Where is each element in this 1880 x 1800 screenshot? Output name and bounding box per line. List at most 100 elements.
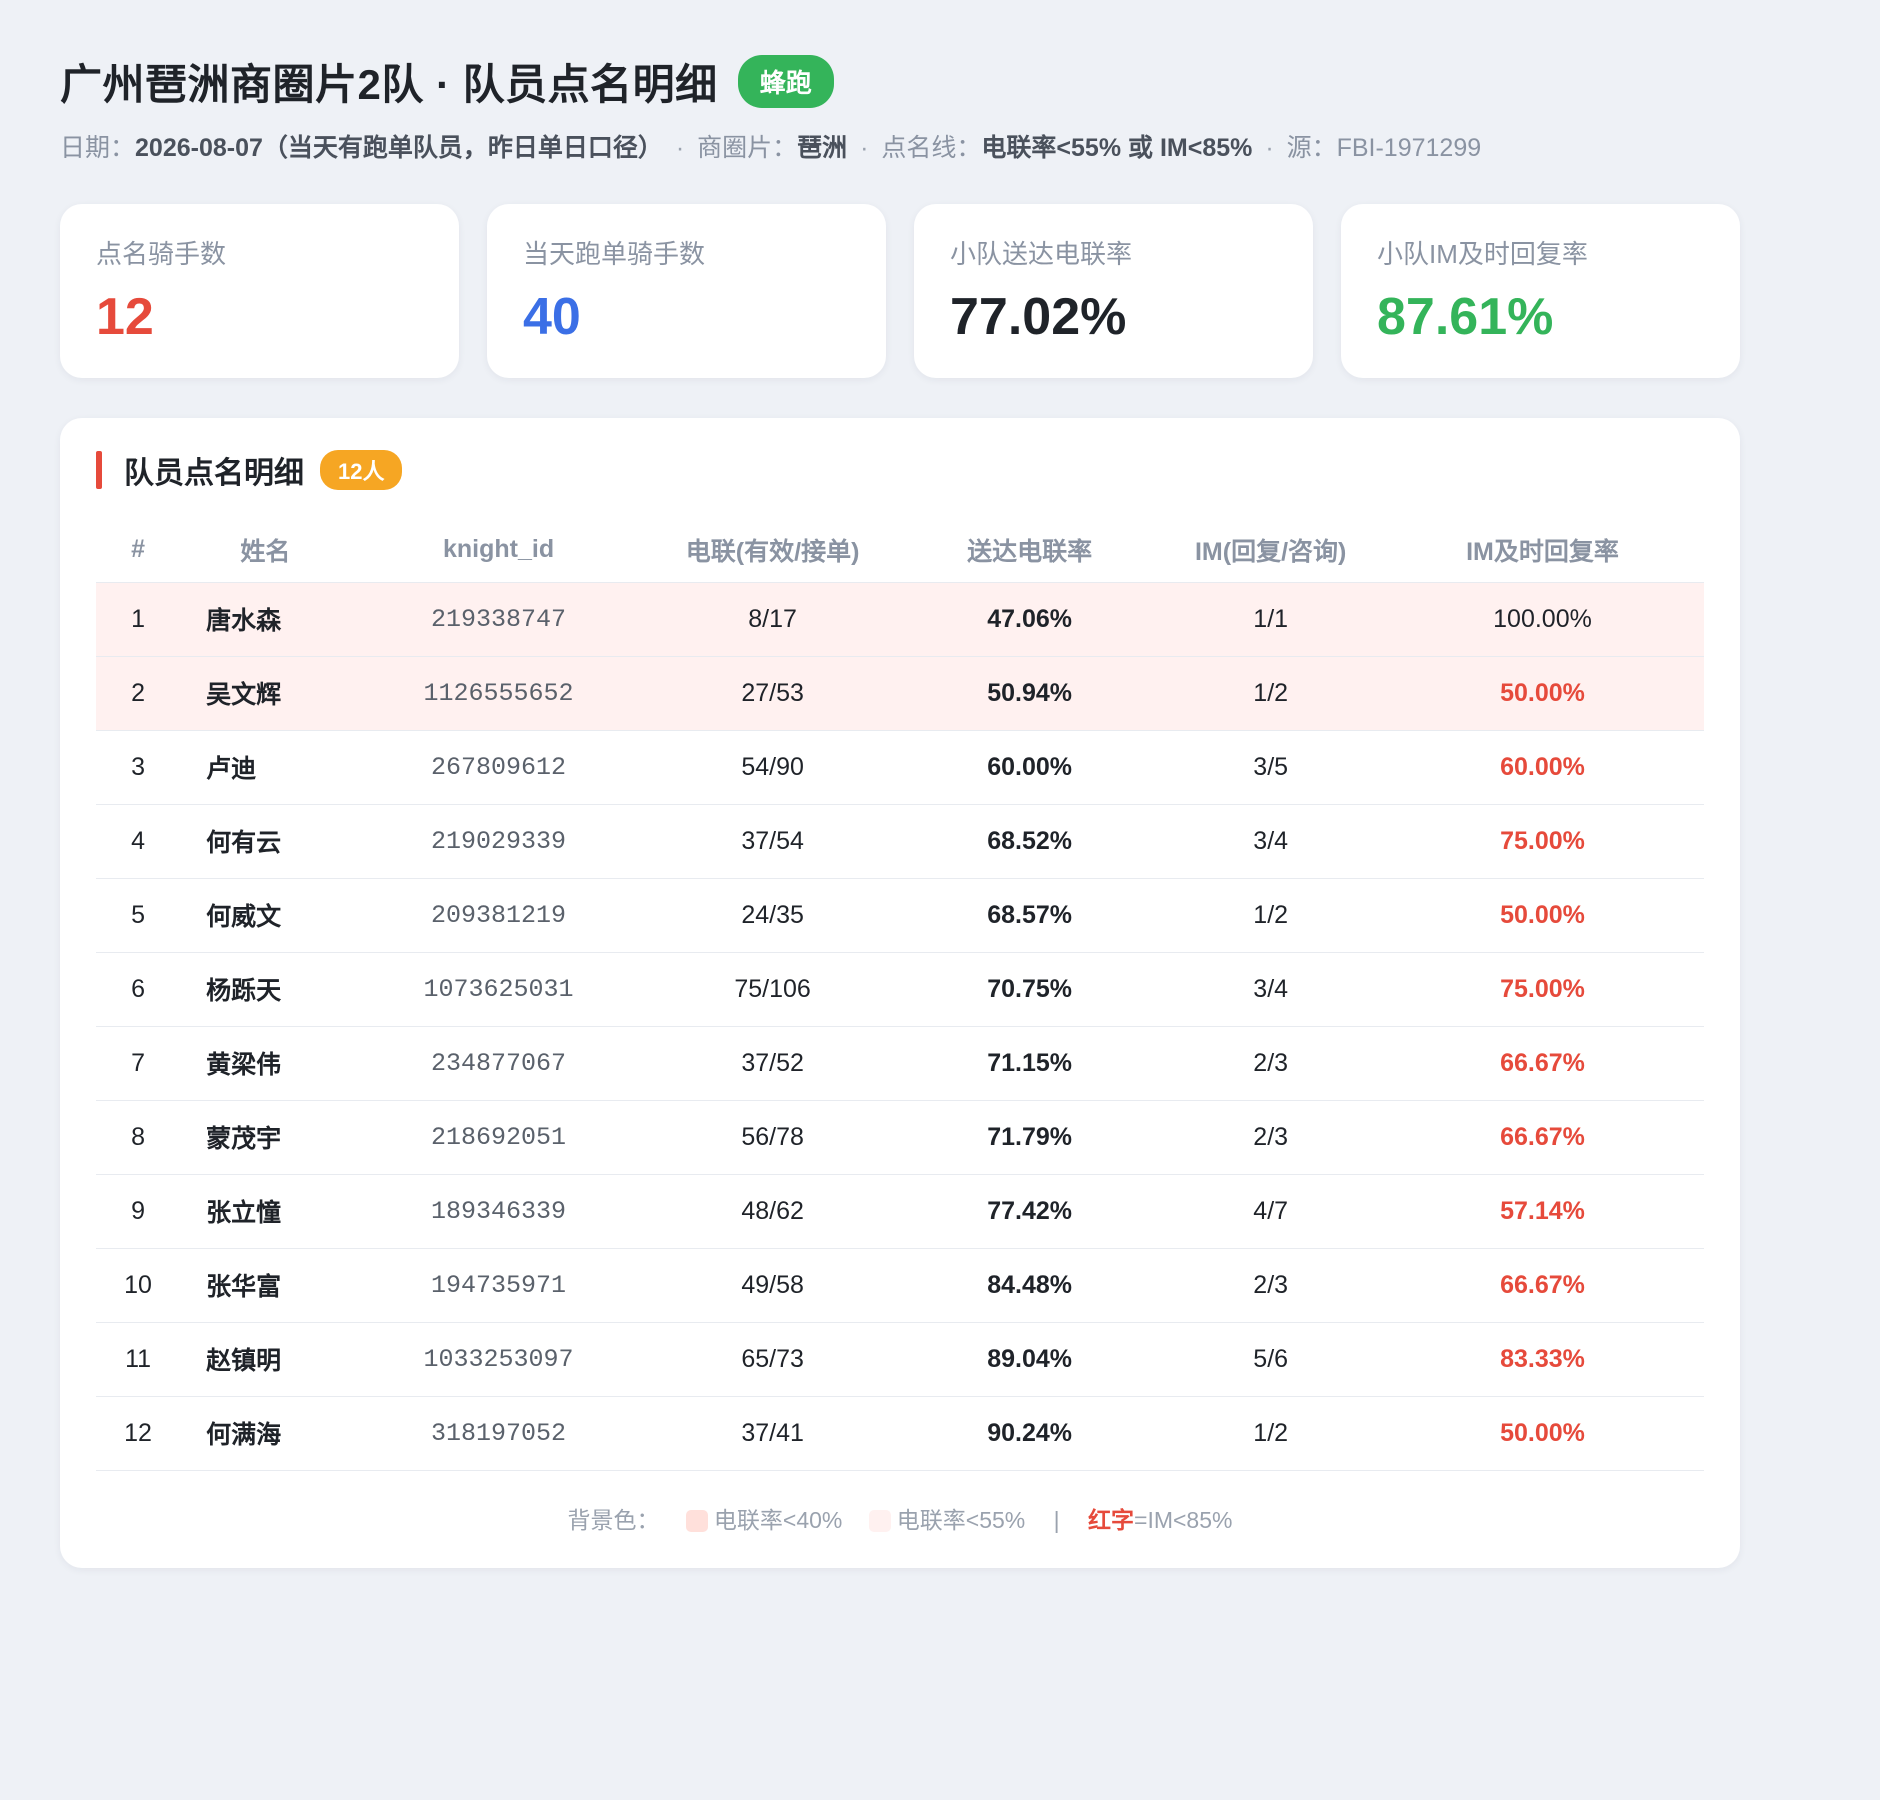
legend: 背景色： 电联率<40% 电联率<55% | 红字=IM<85%	[96, 1501, 1704, 1535]
page-title: 广州琶洲商圈片2队 · 队员点名明细	[60, 60, 718, 108]
stat-card-value: 12	[96, 288, 154, 346]
subtitle: 日期：2026-08-07（当天有跑单队员，昨日单日口径） · 商圈片：琶洲 ·…	[60, 128, 1740, 164]
source-label: 源：FBI-1971299	[1286, 134, 1482, 162]
table-row[interactable]: 5 何威文 209381219 24/35 68.57% 1/2 50.00%	[96, 878, 1704, 953]
title-row: 广州琶洲商圈片2队 · 队员点名明细 蜂跑	[60, 50, 1740, 112]
knight-id: 219338747	[350, 582, 647, 657]
separator: ·	[1265, 134, 1274, 162]
stat-card-label: 点名骑手数	[96, 239, 227, 269]
stat-card-label: 当天跑单骑手数	[523, 239, 706, 269]
column-header-calls[interactable]: 电联(有效/接单)	[646, 518, 899, 583]
call-rate: 50.94%	[898, 656, 1161, 731]
row-index: 6	[96, 952, 181, 1027]
table-row[interactable]: 12 何满海 318197052 37/41 90.24% 1/2 50.00%	[96, 1396, 1704, 1471]
table-row[interactable]: 8 蒙茂宇 218692051 56/78 71.79% 2/3 66.67%	[96, 1100, 1704, 1175]
table-row[interactable]: 9 张立憧 189346339 48/62 77.42% 4/7 57.14%	[96, 1174, 1704, 1249]
im-rate: 75.00%	[1380, 804, 1704, 879]
call-count: 24/35	[646, 878, 899, 953]
table-row[interactable]: 1 唐水森 219338747 8/17 47.06% 1/1 100.00%	[96, 582, 1704, 657]
call-rate: 90.24%	[898, 1396, 1161, 1471]
knight-id: 318197052	[350, 1396, 647, 1471]
knight-id: 1073625031	[350, 952, 647, 1027]
im-rate: 50.00%	[1380, 1396, 1704, 1471]
rider-name: 唐水森	[180, 582, 351, 657]
stat-card-rollcall: 点名骑手数 12	[60, 204, 459, 378]
call-rate: 71.15%	[898, 1026, 1161, 1101]
legend-mid-label: 电联率<55%	[896, 1506, 1026, 1533]
column-header-knight-id[interactable]: knight_id	[350, 518, 647, 583]
call-count: 56/78	[646, 1100, 899, 1175]
table-row[interactable]: 3 卢迪 267809612 54/90 60.00% 3/5 60.00%	[96, 730, 1704, 805]
im-count: 2/3	[1160, 1026, 1381, 1101]
legend-prefix: 背景色：	[567, 1506, 660, 1533]
row-index: 1	[96, 582, 181, 657]
rider-name: 卢迪	[180, 730, 351, 805]
table-row[interactable]: 6 杨跞天 1073625031 75/106 70.75% 3/4 75.00%	[96, 952, 1704, 1027]
im-rate: 66.67%	[1380, 1026, 1704, 1101]
rider-name: 黄梁伟	[180, 1026, 351, 1101]
table-row[interactable]: 7 黄梁伟 234877067 37/52 71.15% 2/3 66.67%	[96, 1026, 1704, 1101]
table-body: 1 唐水森 219338747 8/17 47.06% 1/1 100.00% 2 吴文辉 112…	[96, 582, 1704, 1471]
call-count: 37/52	[646, 1026, 899, 1101]
rule-label: 点名线：	[881, 134, 982, 162]
call-rate: 68.57%	[898, 878, 1161, 953]
knight-id: 234877067	[350, 1026, 647, 1101]
call-count: 75/106	[646, 952, 899, 1027]
column-header-im-rate[interactable]: IM及时回复率	[1380, 518, 1704, 583]
legend-swatch-low	[685, 1509, 708, 1532]
knight-id: 189346339	[350, 1174, 647, 1249]
knight-id: 1126555652	[350, 656, 647, 731]
rider-name: 何威文	[180, 878, 351, 953]
table-row[interactable]: 10 张华富 194735971 49/58 84.48% 2/3 66.67%	[96, 1248, 1704, 1323]
area-label: 商圈片：	[697, 134, 798, 162]
stat-card-label: 小队送达电联率	[950, 239, 1133, 269]
im-rate: 57.14%	[1380, 1174, 1704, 1249]
call-rate: 89.04%	[898, 1322, 1161, 1397]
date-label: 日期：	[60, 134, 136, 162]
legend-red-text: 红字	[1088, 1506, 1135, 1533]
column-header-im[interactable]: IM(回复/咨询)	[1160, 518, 1381, 583]
call-rate: 70.75%	[898, 952, 1161, 1027]
column-header-name[interactable]: 姓名	[180, 518, 351, 583]
panel-title: 队员点名明细	[124, 457, 304, 490]
rider-name: 何满海	[180, 1396, 351, 1471]
rider-name: 赵镇明	[180, 1322, 351, 1397]
date-value: 2026-08-07（当天有跑单队员，昨日单日口径）	[135, 134, 663, 162]
row-index: 11	[96, 1322, 181, 1397]
separator: ·	[675, 134, 685, 162]
im-count: 3/4	[1160, 952, 1381, 1027]
im-rate: 66.67%	[1380, 1248, 1704, 1323]
row-index: 9	[96, 1174, 181, 1249]
row-index: 12	[96, 1396, 181, 1471]
column-header-index[interactable]: #	[96, 518, 181, 583]
row-index: 5	[96, 878, 181, 953]
call-count: 49/58	[646, 1248, 899, 1323]
call-rate: 60.00%	[898, 730, 1161, 805]
call-count: 37/54	[646, 804, 899, 879]
knight-id: 1033253097	[350, 1322, 647, 1397]
call-count: 8/17	[646, 582, 899, 657]
table-row[interactable]: 2 吴文辉 1126555652 27/53 50.94% 1/2 50.00%	[96, 656, 1704, 731]
table-row[interactable]: 11 赵镇明 1033253097 65/73 89.04% 5/6 83.33%	[96, 1322, 1704, 1397]
roster-panel: 队员点名明细 12人 # 姓名 knight_id 电联(有效/接单) 送达电联…	[60, 418, 1740, 1568]
row-index: 2	[96, 656, 181, 731]
knight-id: 267809612	[350, 730, 647, 805]
brand-badge: 蜂跑	[737, 54, 834, 108]
rider-name: 何有云	[180, 804, 351, 879]
knight-id: 218692051	[350, 1100, 647, 1175]
call-rate: 84.48%	[898, 1248, 1161, 1323]
table-row[interactable]: 4 何有云 219029339 37/54 68.52% 3/4 75.00%	[96, 804, 1704, 879]
im-count: 1/2	[1160, 1396, 1381, 1471]
knight-id: 219029339	[350, 804, 647, 879]
panel-header: 队员点名明细 12人	[96, 448, 1704, 492]
legend-swatch-mid	[868, 1509, 891, 1532]
column-header-call-rate[interactable]: 送达电联率	[898, 518, 1161, 583]
im-count: 1/2	[1160, 656, 1381, 731]
im-count: 2/3	[1160, 1248, 1381, 1323]
legend-red-rule: =IM<85%	[1134, 1506, 1233, 1533]
im-count: 3/4	[1160, 804, 1381, 879]
call-count: 54/90	[646, 730, 899, 805]
legend-low-label: 电联率<40%	[713, 1506, 843, 1533]
stat-cards: 点名骑手数 12 当天跑单骑手数 40 小队送达电联率 77.02% 小队IM及…	[60, 204, 1740, 378]
row-index: 4	[96, 804, 181, 879]
